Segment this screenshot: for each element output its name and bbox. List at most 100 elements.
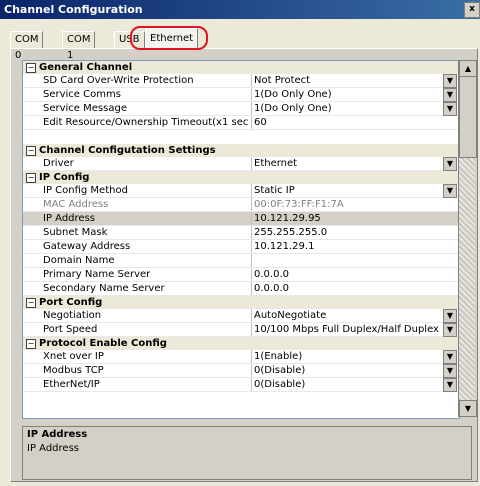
property-row[interactable]: Primary Name Server 0.0.0.0 [23,268,459,282]
dropdown-arrow-icon[interactable]: ▼ [443,378,457,392]
dropdown-arrow-icon[interactable]: ▼ [443,157,457,171]
property-name: Driver [43,158,74,169]
help-title: IP Address [27,429,88,440]
vertical-scrollbar[interactable]: ▲ ▼ [458,60,477,417]
close-icon[interactable]: x [464,2,480,18]
property-row[interactable]: EtherNet/IP 0(Disable) ▼ [23,378,459,392]
property-row[interactable]: Driver Ethernet ▼ [23,157,459,171]
property-value[interactable]: 1(Do Only One) [254,102,444,115]
property-value[interactable]: 60 [254,116,444,129]
category-label: IP Config [39,172,90,183]
minus-box-icon[interactable]: − [26,173,36,183]
column-divider [251,88,252,101]
category-label: Protocol Enable Config [39,338,167,349]
category-row[interactable]: − General Channel [23,61,459,74]
property-name: Modbus TCP [43,365,104,376]
column-divider [251,212,252,225]
column-divider [251,350,252,363]
minus-box-icon[interactable]: − [26,63,36,73]
column-divider [251,74,252,87]
property-value[interactable]: 1(Do Only One) [254,88,444,101]
column-divider [251,116,252,129]
property-name: EtherNet/IP [43,379,100,390]
property-value[interactable]: 0(Disable) [254,364,444,377]
property-value[interactable]: 0.0.0.0 [254,268,444,281]
property-value[interactable]: Not Protect [254,74,444,87]
property-row[interactable]: Service Message 1(Do Only One) ▼ [23,102,459,116]
property-name: Port Speed [43,324,98,335]
column-divider [251,309,252,322]
property-value[interactable]: AutoNegotiate [254,309,444,322]
column-divider [251,323,252,336]
property-row[interactable]: Subnet Mask 255.255.255.0 [23,226,459,240]
category-row[interactable]: − Protocol Enable Config [23,337,459,350]
dropdown-arrow-icon[interactable]: ▼ [443,88,457,102]
category-row[interactable]: − IP Config [23,171,459,184]
column-divider [251,268,252,281]
property-name: Service Comms [43,89,121,100]
property-value[interactable]: Static IP [254,184,444,197]
blank-row [23,130,459,143]
property-row[interactable]: Service Comms 1(Do Only One) ▼ [23,88,459,102]
column-divider [251,102,252,115]
help-panel: IP Address IP Address [22,426,472,480]
scroll-thumb[interactable] [459,76,477,158]
property-name: Edit Resource/Ownership Timeout(x1 sec. [43,117,248,128]
window-title: Channel Configuration [4,3,143,16]
minus-box-icon[interactable]: − [26,298,36,308]
dropdown-arrow-icon[interactable]: ▼ [443,323,457,337]
dropdown-arrow-icon[interactable]: ▼ [443,184,457,198]
property-row[interactable]: Gateway Address 10.121.29.1 [23,240,459,254]
property-row[interactable]: Negotiation AutoNegotiate ▼ [23,309,459,323]
property-value[interactable]: 0.0.0.0 [254,282,444,295]
dropdown-arrow-icon[interactable]: ▼ [443,102,457,116]
property-value[interactable]: 0(Disable) [254,378,444,391]
property-value[interactable]: 10.121.29.95 [254,212,444,225]
dropdown-arrow-icon[interactable]: ▼ [443,309,457,323]
property-name: MAC Address [43,199,109,210]
scroll-down-icon[interactable]: ▼ [459,400,477,417]
property-row[interactable]: Modbus TCP 0(Disable) ▼ [23,364,459,378]
dropdown-arrow-icon[interactable]: ▼ [443,364,457,378]
column-divider [251,226,252,239]
dropdown-arrow-icon[interactable]: ▼ [443,74,457,88]
category-row[interactable]: − Port Config [23,296,459,309]
property-name: IP Address [43,213,95,224]
scroll-up-icon[interactable]: ▲ [459,60,477,77]
property-name: Domain Name [43,255,115,266]
property-value[interactable]: 1(Enable) [254,350,444,363]
minus-box-icon[interactable]: − [26,146,36,156]
property-row[interactable]: SD Card Over-Write Protection Not Protect… [23,74,459,88]
category-label: Channel Configutation Settings [39,145,216,156]
tab-com0[interactable]: COM 0 [10,31,44,61]
property-row[interactable]: Port Speed 10/100 Mbps Full Duplex/Half D… [23,323,459,337]
property-row[interactable]: Xnet over IP 1(Enable) ▼ [23,350,459,364]
tab-com1[interactable]: COM 1 [62,31,96,61]
property-name: Primary Name Server [43,269,151,280]
property-value[interactable]: Ethernet [254,157,444,170]
property-row[interactable]: Secondary Name Server 0.0.0.0 [23,282,459,296]
category-label: Port Config [39,297,103,308]
property-value[interactable]: 10/100 Mbps Full Duplex/Half Duplex [254,323,444,336]
column-divider [251,240,252,253]
minus-box-icon[interactable]: − [26,339,36,349]
property-value[interactable]: 255.255.255.0 [254,226,444,239]
property-row[interactable]: Edit Resource/Ownership Timeout(x1 sec. 6… [23,116,459,130]
property-name: Negotiation [43,310,102,321]
dropdown-arrow-icon[interactable]: ▼ [443,350,457,364]
property-name: Gateway Address [43,241,131,252]
property-value[interactable]: 10.121.29.1 [254,240,444,253]
property-row[interactable]: MAC Address 00:0F:73:FF:F1:7A [23,198,459,212]
property-name: Subnet Mask [43,227,108,238]
column-divider [251,378,252,391]
column-divider [251,364,252,377]
column-divider [251,254,252,267]
title-bar: Channel Configuration x [0,0,480,19]
category-row[interactable]: − Channel Configutation Settings [23,144,459,157]
help-description: IP Address [27,443,79,454]
property-value[interactable]: 00:0F:73:FF:F1:7A [254,198,444,211]
property-name: IP Config Method [43,185,128,196]
property-row[interactable]: Domain Name [23,254,459,268]
property-row[interactable]: IP Address 10.121.29.95 [23,212,459,226]
property-row[interactable]: IP Config Method Static IP ▼ [23,184,459,198]
